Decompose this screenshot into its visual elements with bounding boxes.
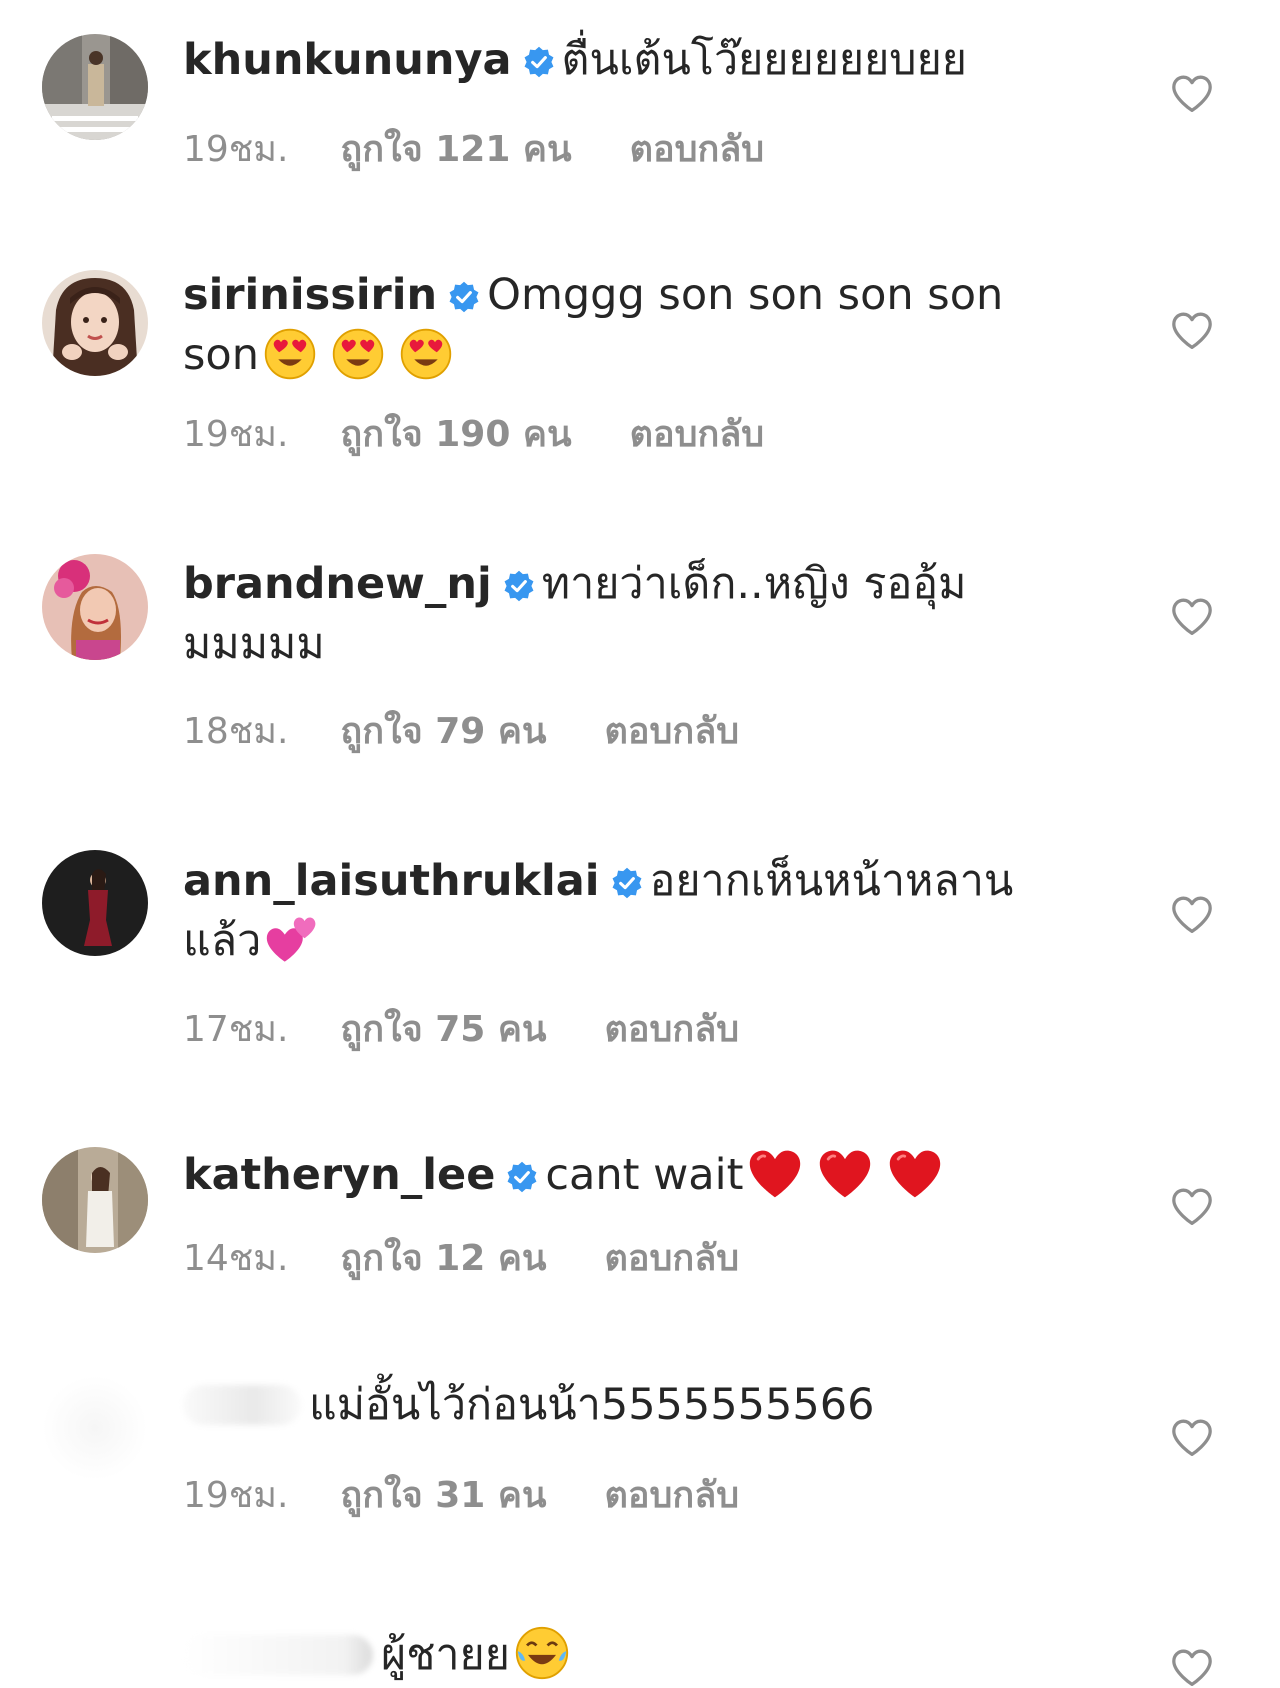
comment-meta: 18ชม. ถูกใจ 79 คน ตอบกลับ	[183, 702, 739, 759]
comment-body: katheryn_lee cant wait	[183, 1145, 1023, 1205]
comment-time: 19ชม.	[183, 129, 289, 170]
reply-button[interactable]: ตอบกลับ	[605, 1466, 740, 1523]
comment-body: sirinissirin Omggg son son son son son	[183, 265, 1023, 385]
comment-body: แม่อั้นไว้ก่อนน้า5555555566	[183, 1375, 1023, 1435]
blurred-username[interactable]	[183, 1635, 373, 1675]
comment-meta: 19ชม. ถูกใจ 190 คน ตอบกลับ	[183, 405, 764, 462]
username-link[interactable]: sirinissirin	[183, 270, 437, 320]
comment-time: 19ชม.	[183, 414, 289, 455]
comment-time: 18ชม.	[183, 711, 289, 752]
blurred-username[interactable]	[183, 1385, 301, 1425]
comment-body: ผู้ชายย	[183, 1625, 1023, 1685]
comment-meta: 17ชม. ถูกใจ 75 คน ตอบกลับ	[183, 1000, 739, 1057]
like-heart-icon[interactable]	[1170, 895, 1214, 935]
reply-button[interactable]: ตอบกลับ	[630, 120, 765, 177]
red-heart-emoji-icon	[887, 1147, 943, 1201]
verified-badge-icon	[505, 1160, 539, 1194]
comment-body: ann_laisuthruklai อยากเห็นหน้าหลานแล้ว	[183, 851, 1023, 971]
like-heart-icon[interactable]	[1170, 597, 1214, 637]
reply-button[interactable]: ตอบกลับ	[605, 1229, 740, 1286]
username-link[interactable]: ann_laisuthruklai	[183, 856, 600, 906]
verified-badge-icon	[502, 569, 536, 603]
avatar[interactable]	[42, 850, 148, 956]
comment-text: cant wait	[545, 1150, 744, 1200]
avatar[interactable]	[42, 1375, 148, 1481]
comment-meta: 14ชม. ถูกใจ 12 คน ตอบกลับ	[183, 1229, 739, 1286]
likes-count-button[interactable]: ถูกใจ 79 คน	[340, 702, 546, 759]
like-heart-icon[interactable]	[1170, 1187, 1214, 1227]
like-heart-icon[interactable]	[1170, 1418, 1214, 1458]
likes-count-button[interactable]: ถูกใจ 12 คน	[340, 1229, 546, 1286]
red-heart-emoji-icon	[747, 1147, 803, 1201]
reply-button[interactable]: ตอบกลับ	[605, 1000, 740, 1057]
avatar[interactable]	[42, 270, 148, 376]
comment-time: 14ชม.	[183, 1238, 289, 1279]
like-heart-icon[interactable]	[1170, 74, 1214, 114]
like-heart-icon[interactable]	[1170, 311, 1214, 351]
comment-time: 19ชม.	[183, 1475, 289, 1516]
comment-time: 17ชม.	[183, 1009, 289, 1050]
like-heart-icon[interactable]	[1170, 1648, 1214, 1688]
heart-eyes-emoji-icon	[399, 327, 453, 381]
avatar[interactable]	[42, 554, 148, 660]
verified-badge-icon	[610, 866, 644, 900]
likes-count-button[interactable]: ถูกใจ 75 คน	[340, 1000, 546, 1057]
comment-meta: 19ชม. ถูกใจ 121 คน ตอบกลับ	[183, 120, 764, 177]
heart-eyes-emoji-icon	[331, 327, 385, 381]
comment-text: แม่อั้นไว้ก่อนน้า5555555566	[309, 1380, 875, 1430]
comment-meta: 19ชม. ถูกใจ 31 คน ตอบกลับ	[183, 1466, 739, 1523]
likes-count-button[interactable]: ถูกใจ 190 คน	[340, 405, 571, 462]
likes-count-button[interactable]: ถูกใจ 31 คน	[340, 1466, 546, 1523]
likes-count-button[interactable]: ถูกใจ 121 คน	[340, 120, 571, 177]
heart-eyes-emoji-icon	[263, 327, 317, 381]
avatar[interactable]	[42, 34, 148, 140]
red-heart-emoji-icon	[817, 1147, 873, 1201]
avatar[interactable]	[42, 1147, 148, 1253]
comment-text: ตื่นเต้นโว๊ยยยยยยบยย	[561, 35, 967, 85]
reply-button[interactable]: ตอบกลับ	[630, 405, 765, 462]
username-link[interactable]: katheryn_lee	[183, 1150, 495, 1200]
verified-badge-icon	[522, 45, 556, 79]
username-link[interactable]: brandnew_nj	[183, 559, 492, 609]
comment-body: khunkununya ตื่นเต้นโว๊ยยยยยยบยย	[183, 30, 1023, 90]
username-link[interactable]: khunkununya	[183, 35, 512, 85]
comment-body: brandnew_nj ทายว่าเด็ก..หญิง รออุ้มมมมมม	[183, 554, 1023, 674]
two-hearts-emoji-icon	[265, 913, 319, 967]
verified-badge-icon	[447, 280, 481, 314]
reply-button[interactable]: ตอบกลับ	[605, 702, 740, 759]
